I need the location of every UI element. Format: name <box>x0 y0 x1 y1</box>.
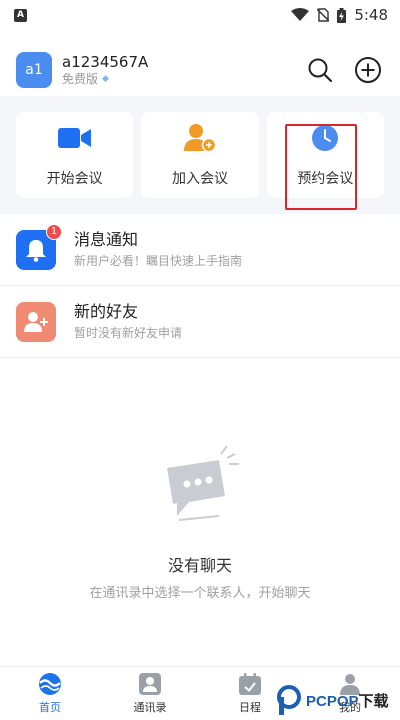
list-item-subtitle: 暂时没有新好友申请 <box>74 325 183 340</box>
header-actions <box>304 54 384 86</box>
empty-chat-illustration-icon <box>167 445 239 521</box>
edition-badge-icon: ◆ <box>102 74 109 84</box>
list-item-new-friends[interactable]: 新的好友 暂时没有新好友申请 <box>0 286 400 358</box>
add-person-icon <box>183 124 216 153</box>
meeting-actions: 开始会议 加入会议 预约会议 <box>0 96 400 214</box>
join-meeting-button[interactable]: 加入会议 <box>141 112 259 198</box>
list-item-title: 新的好友 <box>74 301 139 321</box>
tab-profile[interactable]: 我的 <box>300 667 400 720</box>
status-right: 5:48 <box>291 6 388 24</box>
tab-label: 首页 <box>39 701 61 714</box>
tab-schedule[interactable]: 日程 <box>200 667 300 720</box>
empty-title: 没有聊天 <box>167 556 232 575</box>
notification-icon-box: 1 <box>16 223 62 270</box>
start-meeting-button[interactable]: 开始会议 <box>16 112 134 198</box>
edition-text: 免费版 <box>62 72 99 86</box>
video-camera-icon <box>57 128 91 148</box>
no-sim-icon <box>317 8 330 22</box>
add-button[interactable] <box>352 54 384 86</box>
search-button[interactable] <box>304 54 336 86</box>
tab-label: 我的 <box>339 701 361 714</box>
conversation-list: 1 消息通知 新用户必看！瞩目快速上手指南 新的好友 暂时没有新好友申请 <box>0 214 400 358</box>
calendar-icon <box>239 673 261 695</box>
new-friend-icon-box <box>16 301 56 342</box>
header: a1 a1234567A 免费版 ◆ <box>0 44 400 96</box>
contacts-icon <box>139 673 161 695</box>
list-item-title: 消息通知 <box>74 229 139 249</box>
tab-contacts[interactable]: 通讯录 <box>100 667 200 720</box>
edition-label: 免费版 ◆ <box>62 71 304 87</box>
plus-circle-icon <box>355 57 381 83</box>
bottom-nav: 首页 通讯录 日程 我的 <box>0 666 400 720</box>
unread-badge: 1 <box>46 223 62 240</box>
clock-icon <box>312 125 339 151</box>
empty-state: 没有聊天 在通讯录中选择一个联系人，开始聊天 <box>0 440 400 601</box>
status-bar: A 5:48 <box>0 0 400 30</box>
schedule-meeting-button[interactable]: 预约会议 <box>266 112 384 210</box>
search-icon <box>308 58 333 83</box>
tab-label: 日程 <box>239 701 261 714</box>
add-friend-icon <box>24 311 48 332</box>
bell-icon <box>26 239 46 262</box>
home-logo-icon <box>39 673 61 695</box>
list-item-notifications[interactable]: 1 消息通知 新用户必看！瞩目快速上手指南 <box>0 214 400 286</box>
list-item-subtitle: 新用户必看！瞩目快速上手指南 <box>74 253 243 268</box>
start-meeting-label: 开始会议 <box>46 171 103 187</box>
tab-home[interactable]: 首页 <box>0 667 100 720</box>
battery-charging-icon <box>337 7 347 23</box>
schedule-meeting-label: 预约会议 <box>297 171 354 187</box>
avatar[interactable]: a1 <box>16 52 52 88</box>
app-notification-icon: A <box>14 8 27 22</box>
join-meeting-label: 加入会议 <box>171 171 228 187</box>
wifi-icon <box>291 8 310 21</box>
clock-time: 5:48 <box>354 6 388 24</box>
user-info[interactable]: a1234567A 免费版 ◆ <box>62 53 304 87</box>
username: a1234567A <box>62 53 149 71</box>
profile-icon <box>340 674 360 695</box>
status-left: A <box>14 8 27 22</box>
empty-subtitle: 在通讯录中选择一个联系人，开始聊天 <box>89 586 311 601</box>
tab-label: 通讯录 <box>133 701 167 714</box>
